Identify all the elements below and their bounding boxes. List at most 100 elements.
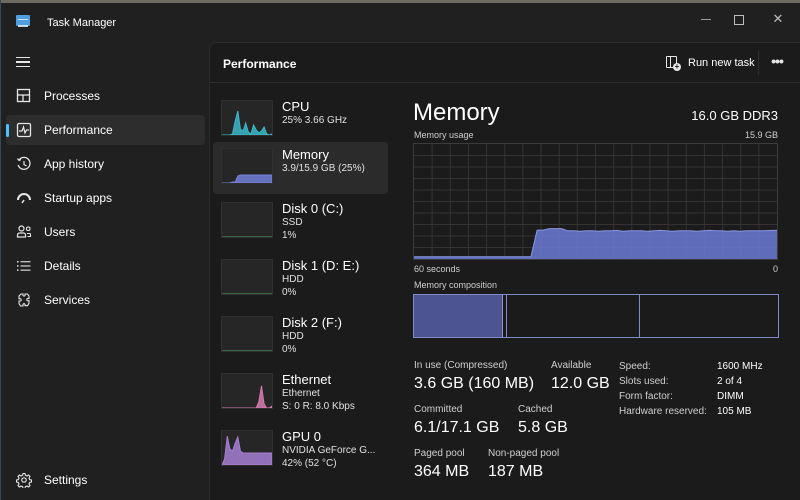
memory-composition-bar — [413, 294, 779, 338]
performance-pulse-icon — [16, 122, 32, 138]
minimize-button[interactable] — [691, 7, 721, 31]
resource-item-disk-0[interactable]: Disk 0 (C:) SSD 1% — [213, 196, 388, 248]
hardware-reserved-label: Hardware reserved: — [619, 406, 707, 417]
memory-usage-max: 15.9 GB — [744, 130, 778, 140]
app-title: Task Manager — [47, 17, 117, 29]
processes-grid-icon — [16, 88, 32, 104]
run-new-task-icon: + — [666, 56, 681, 71]
sidebar-item-startup-apps[interactable]: Startup apps — [6, 183, 205, 213]
task-manager-window: Task Manager ✕ Processes Performance App… — [0, 0, 800, 500]
thumbnail-area — [222, 435, 272, 465]
speed-label: Speed: — [619, 361, 651, 372]
time-axis-start: 60 seconds — [414, 264, 461, 274]
cached-value: 5.8 GB — [518, 419, 568, 436]
speedometer-icon — [16, 190, 32, 206]
run-new-task-button[interactable]: + Run new task — [660, 51, 761, 75]
slots-used-label: Slots used: — [619, 376, 669, 387]
sidebar-item-performance[interactable]: Performance — [6, 115, 205, 145]
resource-detail-line-2: 1% — [282, 230, 297, 241]
sidebar-item-settings[interactable]: Settings — [6, 465, 205, 495]
hamburger-icon[interactable] — [16, 57, 30, 67]
resource-thumbnail-graph — [221, 430, 273, 466]
resource-detail-line-1: HDD — [282, 331, 304, 342]
page-header: Performance + Run new task ••• — [210, 43, 800, 83]
resource-item-disk-2[interactable]: Disk 2 (F:) HDD 0% — [213, 310, 388, 362]
close-button[interactable]: ✕ — [763, 7, 793, 31]
resource-thumbnail-graph — [221, 373, 273, 409]
resource-detail-line-1: 25% 3.66 GHz — [282, 115, 348, 126]
minimize-icon — [701, 19, 711, 21]
resource-name: Memory — [282, 147, 329, 162]
speed-value: 1600 MHz — [717, 361, 763, 372]
resource-item-ethernet[interactable]: Ethernet Ethernet S: 0 R: 8.0 Kbps — [213, 367, 388, 419]
puzzle-gear-icon — [16, 292, 32, 308]
sidebar-item-users[interactable]: Users — [6, 217, 205, 247]
resource-item-gpu-0[interactable]: GPU 0 NVIDIA GeForce G... 42% (52 °C) — [213, 424, 388, 476]
committed-label: Committed — [414, 404, 463, 415]
non-paged-pool-label: Non-paged pool — [488, 448, 560, 459]
composition-in-use-segment[interactable] — [414, 295, 503, 337]
resource-detail-line-1: SSD — [282, 217, 303, 228]
resource-name: GPU 0 — [282, 429, 322, 444]
resource-name: Disk 2 (F:) — [282, 315, 342, 330]
thumbnail-area — [222, 385, 272, 408]
main-panel: Performance + Run new task ••• CPU 25% 3.… — [209, 42, 800, 500]
title-bar: Task Manager ✕ — [1, 3, 800, 41]
composition-standby-segment[interactable] — [507, 295, 640, 337]
sidebar-item-label: Settings — [44, 473, 88, 487]
paged-pool-label: Paged pool — [414, 448, 465, 459]
memory-usage-label: Memory usage — [414, 130, 474, 140]
sidebar-item-label: Processes — [44, 89, 101, 103]
sidebar-item-processes[interactable]: Processes — [6, 81, 205, 111]
resource-detail-line-1: HDD — [282, 274, 304, 285]
thumbnail-area — [222, 110, 272, 135]
form-factor-label: Form factor: — [619, 391, 673, 402]
memory-spec: 16.0 GB DDR3 — [691, 108, 778, 123]
gear-icon — [15, 472, 33, 490]
resource-detail-line-2: 0% — [282, 344, 297, 355]
thumbnail-area — [222, 174, 272, 183]
committed-value: 6.1/17.1 GB — [414, 419, 500, 436]
resource-detail-line-1: Ethernet — [282, 388, 320, 399]
resource-detail-line-2: 42% (52 °C) — [282, 458, 337, 469]
sidebar-item-services[interactable]: Services — [6, 285, 205, 315]
resource-item-cpu[interactable]: CPU 25% 3.66 GHz — [213, 94, 388, 146]
maximize-button[interactable] — [724, 7, 754, 31]
resource-item-memory[interactable]: Memory 3.9/15.9 GB (25%) — [213, 142, 388, 194]
hardware-reserved-value: 105 MB — [717, 406, 752, 417]
sidebar: Processes Performance App history Startu… — [1, 41, 209, 500]
detail-title: Memory — [413, 99, 500, 126]
sidebar-item-app-history[interactable]: App history — [6, 149, 205, 179]
page-title: Performance — [223, 57, 297, 71]
cached-label: Cached — [518, 404, 553, 415]
slots-used-value: 2 of 4 — [717, 376, 743, 387]
time-axis-end: 0 — [773, 264, 779, 274]
list-icon — [16, 258, 32, 274]
header-divider — [758, 51, 759, 75]
close-icon: ✕ — [772, 11, 784, 26]
sidebar-item-details[interactable]: Details — [6, 251, 205, 281]
resource-detail-line-1: NVIDIA GeForce G... — [282, 445, 376, 456]
resource-detail-line-1: 3.9/15.9 GB (25%) — [282, 163, 365, 174]
resource-name: Disk 0 (C:) — [282, 201, 344, 216]
users-icon — [16, 224, 32, 240]
sidebar-item-label: Performance — [44, 123, 113, 137]
maximize-icon — [734, 14, 744, 25]
resource-thumbnail-graph — [221, 148, 273, 184]
run-new-task-label: Run new task — [688, 57, 755, 69]
resource-detail-line-2: S: 0 R: 8.0 Kbps — [282, 401, 355, 412]
sidebar-item-label: App history — [44, 157, 105, 171]
more-options-button[interactable]: ••• — [765, 51, 789, 75]
resource-name: Disk 1 (D: E:) — [282, 258, 360, 273]
resource-thumbnail-graph — [221, 259, 273, 295]
resource-name: Ethernet — [282, 372, 332, 387]
memory-usage-chart — [413, 143, 778, 260]
sidebar-item-label: Users — [44, 225, 76, 239]
sidebar-item-label: Details — [44, 259, 81, 273]
memory-usage-graph — [414, 144, 777, 259]
resource-thumbnail-graph — [221, 316, 273, 352]
in-use-value: 3.6 GB (160 MB) — [414, 375, 535, 392]
resource-item-disk-1[interactable]: Disk 1 (D: E:) HDD 0% — [213, 253, 388, 305]
history-clock-icon — [16, 156, 32, 172]
resource-detail-line-2: 0% — [282, 287, 297, 298]
